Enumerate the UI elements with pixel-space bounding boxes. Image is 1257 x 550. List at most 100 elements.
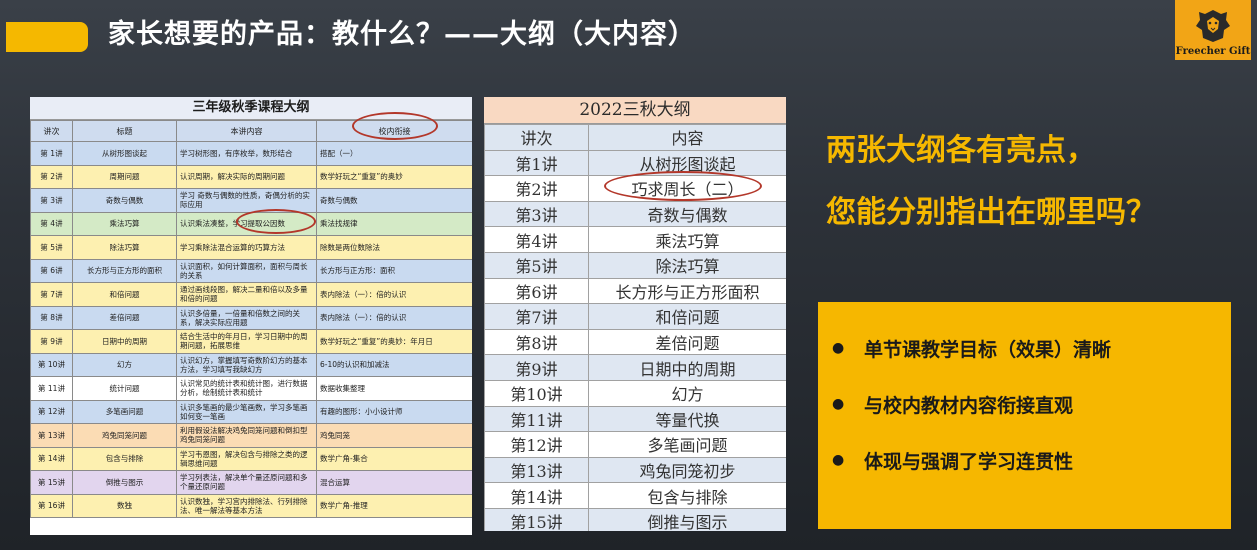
school-link-cell: 数学好玩之“重复”的奥妙：年月日	[316, 329, 472, 354]
school-link-cell: 搭配（一）	[316, 141, 472, 166]
school-link-cell: 长方形与正方形：面积	[316, 258, 472, 283]
right-table-row: 第8讲 差倍问题	[484, 328, 786, 356]
lesson-content-cell: 包含与排除	[588, 482, 786, 509]
school-link-cell: 鸡兔同笼	[316, 423, 472, 448]
lesson-number-cell: 第 13讲	[30, 423, 73, 448]
school-link-cell: 有趣的图形：小小设计师	[316, 399, 472, 424]
lesson-number-cell: 第5讲	[484, 251, 589, 279]
lesson-number-cell: 第 4讲	[30, 211, 73, 236]
question-line-2: 您能分别指出在哪里吗？	[826, 195, 1156, 230]
right-table-row: 第1讲 从树形图谈起	[484, 149, 786, 177]
left-table-row: 第 15讲 倒推与图示 学习列表法，解决单个量还原问题和多个量还原问题 混合运算	[30, 470, 472, 495]
lesson-number-cell: 第 3讲	[30, 188, 73, 213]
lesson-number-cell: 第10讲	[484, 379, 589, 407]
lesson-number-cell: 第11讲	[484, 405, 589, 433]
lesson-content-cell: 学习列表法，解决单个量还原问题和多个量还原问题	[176, 470, 317, 495]
lesson-number-cell: 第1讲	[484, 149, 589, 177]
lesson-number-cell: 第3讲	[484, 200, 589, 228]
left-table-row: 第 11讲 统计问题 认识常见的统计表和统计图，进行数据分析，绘制统计表和统计 数据收…	[30, 376, 472, 401]
right-table-row: 第6讲 长方形与正方形面积	[484, 277, 786, 305]
left-table-row: 第 10讲 幻方 认识幻方，掌握填写奇数阶幻方的基本方法，学习填写我缺幻方 6-10的…	[30, 352, 472, 377]
left-table-title: 三年级秋季课程大纲	[30, 97, 472, 120]
school-link-cell: 数据收集整理	[316, 376, 472, 401]
lesson-content-cell: 长方形与正方形面积	[588, 277, 786, 305]
lesson-number-cell: 第15讲	[484, 507, 589, 531]
lesson-content-cell: 多笔画问题	[588, 431, 786, 458]
left-table-row: 第 8讲 差倍问题 认识多倍量，一倍量和倍数之间的关系，解决实际应用题 表内除法（一）…	[30, 305, 472, 330]
lesson-content-cell: 结合生活中的年月日，学习日期中的周期问题，拓展思维	[176, 329, 317, 354]
question-text: 两张大纲各有亮点， 您能分别指出在哪里吗？	[826, 120, 1246, 244]
lesson-number-cell: 第 6讲	[30, 258, 73, 283]
left-table-row: 第 14讲 包含与排除 学习韦恩图，解决包含与排除之类的逻辑思维问题 数学广角-集合	[30, 446, 472, 471]
question-line-1: 两张大纲各有亮点，	[826, 133, 1096, 168]
lesson-content-cell: 鸡兔同笼初步	[588, 456, 786, 484]
lesson-number-cell: 第 14讲	[30, 446, 73, 471]
right-table-row: 第4讲 乘法巧算	[484, 226, 786, 253]
left-table-row: 第 13讲 鸡兔同笼问题 利用假设法解决鸡兔同笼问题和倒扣型鸡兔同笼问题 鸡兔同笼	[30, 423, 472, 448]
lesson-content-cell: 从树形图谈起	[588, 149, 786, 177]
lesson-number-cell: 第9讲	[484, 354, 589, 381]
lesson-title-cell: 除法巧算	[72, 235, 177, 260]
highlight-point: ● 与校内教材内容衔接直观	[832, 376, 1231, 432]
lesson-content-cell: 利用假设法解决鸡兔同笼问题和倒扣型鸡兔同笼问题	[176, 423, 317, 448]
lesson-number-cell: 第 12讲	[30, 399, 73, 424]
lesson-number-cell: 第 16讲	[30, 493, 73, 518]
right-table-grid: 讲次 内容 第1讲 从树形图谈起 第2讲 巧求周长（二） 第3讲 奇数与偶数 第4讲 乘法巧算…	[484, 124, 786, 531]
lesson-number-cell: 第6讲	[484, 277, 589, 305]
left-table-row: 第 1讲 从树形图谈起 学习树形图，有序枚举，数形结合 搭配（一）	[30, 141, 472, 166]
right-table-row: 第5讲 除法巧算	[484, 251, 786, 279]
lesson-number-cell: 第14讲	[484, 482, 589, 509]
lesson-title-cell: 奇数与偶数	[72, 188, 177, 213]
lesson-content-cell: 巧求周长（二）	[588, 175, 786, 202]
lesson-number-cell: 第7讲	[484, 303, 589, 330]
left-table-row: 第 4讲 乘法巧算 认识乘法凑整，学习提取公因数 乘法找规律	[30, 211, 472, 236]
school-link-cell: 除数是两位数除法	[316, 235, 472, 260]
school-link-cell: 数学好玩之“重复”的奥妙	[316, 164, 472, 189]
right-table-row: 第10讲 幻方	[484, 379, 786, 407]
school-link-cell: 数学广角-集合	[316, 446, 472, 471]
lesson-title-cell: 多笔画问题	[72, 399, 177, 424]
right-table-row: 第12讲 多笔画问题	[484, 431, 786, 458]
school-link-cell: 乘法找规律	[316, 211, 472, 236]
lesson-number-cell: 第13讲	[484, 456, 589, 484]
lesson-number-cell: 第 1讲	[30, 141, 73, 166]
left-table-row: 第 16讲 数独 认识数独，学习宫内排除法、行列排除法、唯一解法等基本方法 数学广角-…	[30, 493, 472, 518]
lesson-title-cell: 统计问题	[72, 376, 177, 401]
right-table-row: 第13讲 鸡兔同笼初步	[484, 456, 786, 484]
left-header-cell: 讲次	[30, 120, 73, 142]
left-table-row: 第 6讲 长方形与正方形的面积 认识面积，如何计算面积，面积与周长的关系 长方形与正方…	[30, 258, 472, 283]
lesson-content-cell: 认识常见的统计表和统计图，进行数据分析，绘制统计表和统计	[176, 376, 317, 401]
left-outline-table: 三年级秋季课程大纲 讲次 标题 本讲内容 校内衔接 第 1讲 从树形图谈起 学习树形…	[30, 97, 472, 535]
left-table-row: 第 7讲 和倍问题 通过画线段图，解决二量和倍以及多量和倍的问题 表内除法（一）：倍的…	[30, 282, 472, 307]
title-accent-bar	[6, 22, 88, 52]
left-header-cell: 标题	[72, 120, 177, 142]
bullet-icon: ●	[832, 340, 845, 356]
lesson-number-cell: 第 7讲	[30, 282, 73, 307]
school-link-cell: 表内除法（一）：倍的认识	[316, 305, 472, 330]
right-table-row: 第7讲 和倍问题	[484, 303, 786, 330]
lesson-title-cell: 倒推与图示	[72, 470, 177, 495]
lesson-title-cell: 长方形与正方形的面积	[72, 258, 177, 283]
left-table-header-row: 讲次 标题 本讲内容 校内衔接	[30, 120, 472, 142]
right-table-header-row: 讲次 内容	[484, 124, 786, 151]
lesson-number-cell: 第2讲	[484, 175, 589, 202]
lesson-content-cell: 幻方	[588, 379, 786, 407]
lesson-content-cell: 认识数独，学习宫内排除法、行列排除法、唯一解法等基本方法	[176, 493, 317, 518]
right-header-cell: 讲次	[484, 124, 589, 151]
lesson-content-cell: 学习乘除法混合运算的巧算方法	[176, 235, 317, 260]
lesson-title-cell: 和倍问题	[72, 282, 177, 307]
lesson-number-cell: 第 11讲	[30, 376, 73, 401]
lesson-number-cell: 第 10讲	[30, 352, 73, 377]
left-table-row: 第 12讲 多笔画问题 认识多笔画的最少笔画数，学习多笔画如何变一笔画 有趣的图形：小…	[30, 399, 472, 424]
lesson-content-cell: 乘法巧算	[588, 226, 786, 253]
school-link-cell: 表内除法（一）：倍的认识	[316, 282, 472, 307]
lesson-content-cell: 日期中的周期	[588, 354, 786, 381]
highlight-point-text: 与校内教材内容衔接直观	[864, 394, 1074, 417]
highlight-point: ● 体现与强调了学习连贯性	[832, 432, 1231, 488]
lesson-content-cell: 学习树形图，有序枚举，数形结合	[176, 141, 317, 166]
school-link-cell: 6-10的认识和加减法	[316, 352, 472, 377]
lesson-number-cell: 第4讲	[484, 226, 589, 253]
school-link-cell: 混合运算	[316, 470, 472, 495]
lesson-title-cell: 周期问题	[72, 164, 177, 189]
school-link-cell: 数学广角-推理	[316, 493, 472, 518]
